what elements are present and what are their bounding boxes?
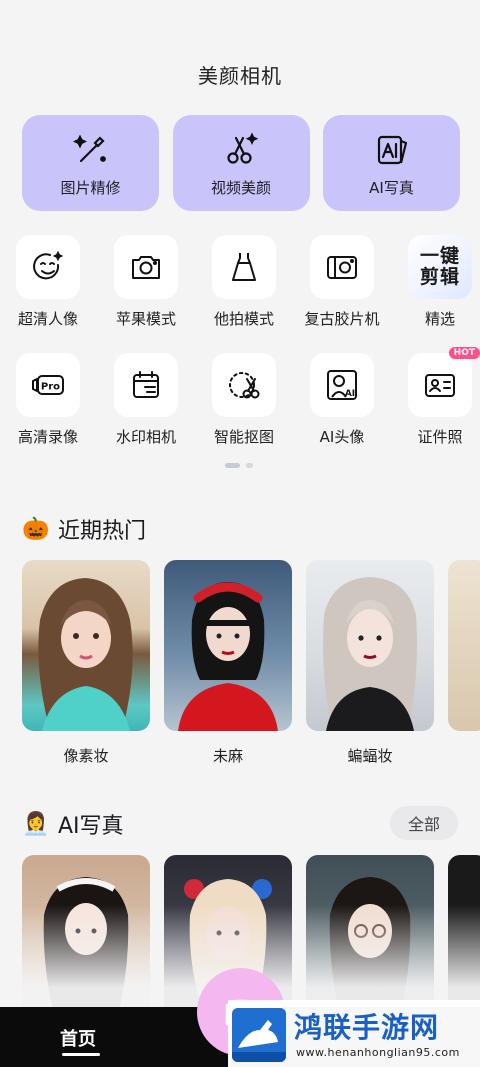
pro-video-icon: Pro	[32, 375, 64, 395]
nav-home-tab[interactable]: 首页	[60, 1025, 96, 1051]
tool-smart-cutout[interactable]: 智能抠图	[210, 353, 278, 447]
section-ai-header: 👩‍💼 AI写真	[22, 808, 124, 840]
recent-carousel	[22, 560, 480, 731]
tool-hd-video[interactable]: Pro 高清录像	[14, 353, 82, 447]
tool-apple-mode[interactable]: 苹果模式	[112, 235, 180, 329]
office-worker-icon: 👩‍💼	[22, 811, 50, 837]
tool-featured[interactable]: 一键剪辑 精选	[406, 235, 474, 329]
tool-retro-film[interactable]: 复古胶片机	[305, 235, 380, 329]
cutout-icon	[229, 372, 260, 399]
portrait-illustration	[38, 578, 133, 731]
dress-icon	[232, 253, 256, 281]
tool-label: 他拍模式	[213, 310, 274, 328]
id-card-icon	[425, 374, 455, 397]
smiley-face-icon	[33, 250, 64, 280]
camera-icon	[132, 256, 160, 279]
tool-icon-box	[114, 235, 178, 299]
tool-label: 复古胶片机	[304, 310, 380, 328]
tool-label: 精选	[424, 310, 455, 328]
tool-label: AI头像	[319, 428, 365, 446]
watermark-title: 鸿联手游网	[294, 1011, 440, 1044]
tool-hd-portrait[interactable]: 超清人像	[14, 235, 82, 329]
tool-id-photo[interactable]: HOT 证件照	[406, 347, 480, 447]
tool-other-shoot[interactable]: 他拍模式	[210, 235, 278, 329]
nav-active-indicator	[62, 1053, 100, 1056]
feature-cards: 图片精修 视频美颜 AI写真	[22, 115, 460, 211]
photo-retouch-card[interactable]: 图片精修	[22, 115, 159, 211]
section-title: 近期热门	[58, 519, 147, 544]
recent-item-perfect-blue[interactable]	[164, 560, 292, 731]
recent-item-partial[interactable]	[448, 560, 480, 731]
tool-icon-box	[310, 235, 374, 299]
tool-grid-row-1: 超清人像 苹果模式 他拍模式 复古胶片机 一键剪辑 精选	[14, 235, 474, 329]
tool-label: 高清录像	[17, 428, 78, 446]
tool-icon-box	[16, 235, 80, 299]
video-beauty-card[interactable]: 视频美颜	[172, 115, 310, 211]
hot-badge: HOT	[448, 347, 480, 359]
tool-icon-box	[408, 353, 472, 417]
calendar-icon	[133, 371, 159, 398]
tool-ai-avatar[interactable]: AI AI头像	[308, 353, 376, 447]
tool-icon-box	[212, 235, 276, 299]
tool-grid-row-2: Pro 高清录像 水印相机 智能抠图 AI AI头像 HOT 证件照	[14, 347, 480, 447]
site-watermark: 鸿联手游网 www.henanhonglian95.com	[228, 1000, 480, 1067]
page-indicator	[225, 463, 253, 468]
watermark-logo	[232, 1008, 286, 1062]
tool-label: 证件照	[417, 428, 463, 446]
card-label: AI写真	[369, 178, 414, 197]
tool-icon-box	[212, 353, 276, 417]
ai-portrait-card[interactable]: AI写真	[323, 115, 460, 211]
view-all-button[interactable]: 全部	[390, 806, 458, 840]
recent-item-bat-makeup[interactable]	[306, 560, 434, 731]
tool-watermark-camera[interactable]: 水印相机	[112, 353, 180, 447]
pumpkin-icon: 🎃	[22, 516, 50, 542]
tool-label: 超清人像	[17, 310, 78, 328]
tool-label: 水印相机	[115, 428, 176, 446]
recent-caption: 像素妆	[63, 747, 109, 765]
watermark-url: www.henanhonglian95.com	[296, 1046, 460, 1059]
tool-label: 智能抠图	[213, 428, 274, 446]
magic-wand-icon	[72, 134, 106, 162]
page-dot-active	[225, 463, 240, 468]
one-click-edit-icon: 一键剪辑	[408, 235, 472, 299]
ai-photo-icon	[377, 135, 407, 164]
svg-text:Pro: Pro	[41, 382, 60, 393]
one-click-edit-badge: 一键剪辑	[419, 245, 460, 288]
svg-text:AI: AI	[345, 389, 355, 399]
recent-caption: 未麻	[212, 747, 243, 765]
portrait-illustration	[323, 577, 417, 731]
recent-caption: 蝙蝠妆	[347, 747, 393, 765]
card-label: 视频美颜	[210, 178, 271, 197]
film-camera-icon	[327, 256, 357, 279]
tool-label: 苹果模式	[115, 310, 176, 328]
page-title: 美颜相机	[198, 64, 282, 88]
tool-icon-box: AI	[310, 353, 374, 417]
tool-icon-box: Pro	[16, 353, 80, 417]
section-recent-header: 🎃 近期热门	[22, 513, 146, 545]
page-dot	[246, 463, 253, 468]
card-label: 图片精修	[60, 178, 121, 197]
portrait-illustration	[178, 582, 278, 731]
scissors-sparkle-icon	[227, 131, 259, 164]
ai-avatar-icon: AI	[327, 370, 357, 400]
section-title: AI写真	[58, 814, 124, 839]
tool-icon-box	[114, 353, 178, 417]
horse-logo-icon	[232, 1008, 286, 1062]
recent-item-pixel-makeup[interactable]	[22, 560, 150, 731]
